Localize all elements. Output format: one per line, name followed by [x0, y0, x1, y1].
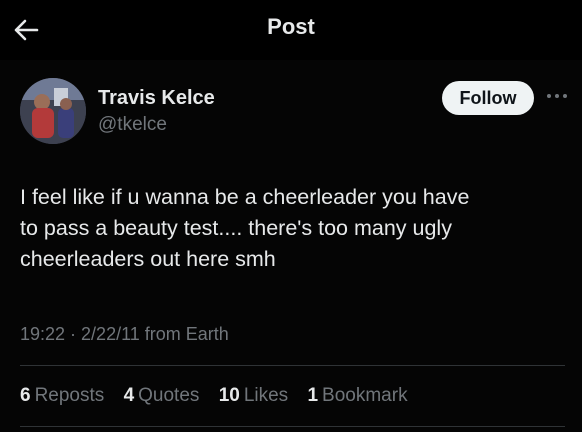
bookmarks-count: 1: [307, 385, 319, 406]
author-name[interactable]: Travis Kelce: [98, 86, 215, 110]
follow-button[interactable]: Follow: [442, 81, 534, 115]
engagement-stats: 6 Reposts 4 Quotes 10 Likes 1 Bookmark: [20, 385, 422, 407]
post-card: Travis Kelce @tkelce Follow I feel like …: [0, 60, 582, 432]
quotes-count: 4: [123, 385, 135, 406]
quotes-label: Quotes: [138, 385, 200, 406]
page-title: Post: [267, 14, 315, 39]
reposts-stat[interactable]: 6 Reposts: [20, 385, 104, 407]
reposts-label: Reposts: [34, 385, 105, 406]
quotes-stat[interactable]: 4 Quotes: [124, 385, 200, 407]
likes-count: 10: [218, 385, 240, 406]
author-info: Travis Kelce @tkelce: [98, 86, 215, 138]
post-text: I feel like if u wanna be a cheerleader …: [20, 185, 470, 271]
author-handle[interactable]: @tkelce: [98, 112, 215, 138]
more-horizontal-icon: [547, 94, 567, 98]
likes-stat[interactable]: 10 Likes: [219, 385, 289, 407]
divider: [20, 365, 565, 366]
bookmarks-label: Bookmark: [322, 385, 408, 406]
bookmarks-stat[interactable]: 1 Bookmark: [307, 385, 407, 407]
top-bar: Post: [0, 0, 582, 60]
avatar[interactable]: [20, 78, 86, 144]
reposts-count: 6: [20, 385, 31, 406]
more-button[interactable]: [543, 88, 571, 104]
divider: [20, 426, 565, 427]
likes-label: Likes: [243, 385, 289, 406]
avatar-photo: [20, 78, 86, 144]
post-timestamp[interactable]: 19:22 · 2/22/11 from Earth: [20, 324, 229, 345]
